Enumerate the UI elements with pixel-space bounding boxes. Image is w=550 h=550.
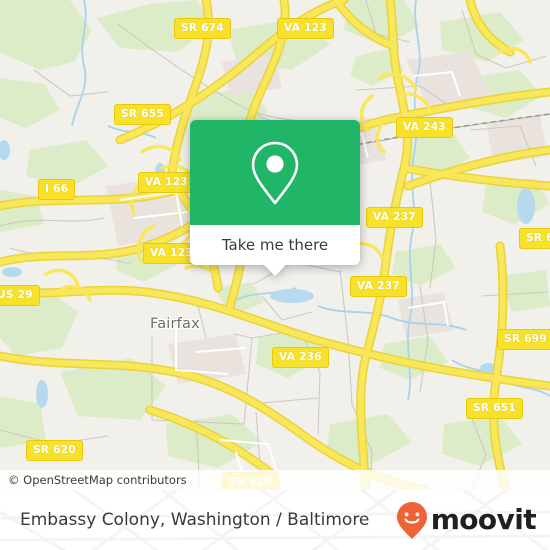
road-shield: I 66 bbox=[38, 179, 76, 200]
road-shield: VA 243 bbox=[396, 117, 453, 138]
moovit-wordmark: moovit bbox=[430, 503, 537, 536]
road-shield: VA 123 bbox=[277, 18, 334, 39]
road-shield: SR 655 bbox=[114, 104, 172, 125]
moovit-brand-logo[interactable]: moovit bbox=[395, 490, 537, 550]
take-me-there-label: Take me there bbox=[221, 236, 329, 254]
road-shield: SR 651 bbox=[466, 398, 524, 419]
road-shield: VA 123 bbox=[138, 172, 195, 193]
road-shield: SR 674 bbox=[174, 18, 232, 39]
road-shield: VA 237 bbox=[350, 276, 407, 297]
moovit-location-card: SR 674 VA 123 SR 655 VA 243 I 66 VA 123 … bbox=[0, 0, 550, 550]
callout-action-row[interactable]: Take me there bbox=[190, 225, 360, 265]
road-shield: VA 236 bbox=[272, 347, 329, 368]
location-title: Embassy Colony, Washington / Baltimore bbox=[20, 510, 370, 530]
footer-bar: Embassy Colony, Washington / Baltimore m… bbox=[0, 490, 550, 550]
callout-tail-pointer bbox=[264, 265, 286, 276]
city-label-fairfax: Fairfax bbox=[150, 316, 200, 332]
road-shield: SR 699 bbox=[497, 329, 550, 350]
moovit-pin-icon bbox=[396, 502, 427, 539]
road-shield: SR 69 bbox=[519, 228, 550, 249]
callout-header bbox=[190, 120, 360, 225]
map-attribution-bar: © OpenStreetMap contributors bbox=[0, 470, 550, 490]
road-shield: VA 237 bbox=[366, 207, 423, 228]
road-shield: SR 620 bbox=[26, 440, 84, 461]
location-callout-card[interactable]: Take me there bbox=[190, 120, 360, 276]
location-pin-icon bbox=[251, 141, 299, 204]
road-shield: US 29 bbox=[0, 285, 40, 306]
attribution-text[interactable]: © OpenStreetMap contributors bbox=[8, 473, 187, 487]
